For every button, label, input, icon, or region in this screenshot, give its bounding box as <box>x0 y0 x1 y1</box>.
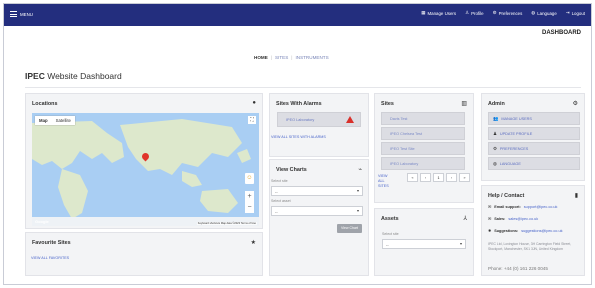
nav-profile[interactable]: ♙ Profile <box>465 11 484 16</box>
chart-site-label: Select site <box>271 179 288 183</box>
sales-link[interactable]: sales@ipec.co.uk <box>508 217 538 221</box>
hamburger-icon <box>10 11 17 17</box>
gear-icon: ⚙ <box>572 101 578 107</box>
favourites-panel: Favourite Sites ★ <box>25 232 263 276</box>
lightbulb-icon: ✸ <box>488 229 492 233</box>
page-title: IPEC Website Dashboard <box>25 71 122 81</box>
chart-site-select[interactable]: -- ▾ <box>271 186 363 196</box>
grid-icon: ▦ <box>421 10 426 16</box>
site-row[interactable]: IPEO Test Site <box>381 142 465 155</box>
user-icon: ♟ <box>493 130 497 136</box>
fullscreen-icon[interactable]: ⛶ <box>248 116 256 124</box>
alarm-site-name: IPEO Laboratory <box>286 118 315 122</box>
envelope-icon: ✉ <box>488 205 492 209</box>
book-icon: ▮ <box>574 193 578 199</box>
map-marker-icon: ● <box>252 100 256 106</box>
admin-update-profile[interactable]: ♟ UPDATE PROFILE <box>488 127 580 140</box>
page-1-button[interactable]: 1 <box>433 173 444 182</box>
email-support: ✉ Email support: support@ipec.co.uk <box>488 204 558 210</box>
street-view-icon[interactable]: ☺ <box>245 173 254 184</box>
sales-contact: ✉ Sales: sales@ipec.co.uk <box>488 216 539 222</box>
chart-asset-select[interactable]: -- ▾ <box>271 206 363 216</box>
google-logo: Google <box>35 219 49 224</box>
top-bar: MENU ▦ Manage Users ♙ Profile ⚙ Preferences… <box>4 4 591 26</box>
assets-title: Assets <box>381 216 399 222</box>
user-icon: ♙ <box>465 10 470 16</box>
top-nav: ▦ Manage Users ♙ Profile ⚙ Preferences ◍ Lan… <box>421 11 585 16</box>
asset-site-select[interactable]: -- ▾ <box>382 239 466 249</box>
asset-site-label: Select site <box>382 232 399 236</box>
breadcrumb-instruments[interactable]: INSTRUMENTS <box>295 55 328 60</box>
map-type-map[interactable]: Map <box>35 116 52 125</box>
chevron-down-icon: ▾ <box>459 241 462 246</box>
logout-icon: ⇥ <box>565 10 570 16</box>
favourites-title: Favourite Sites <box>32 240 71 246</box>
first-page-button[interactable]: « <box>407 173 418 182</box>
admin-preferences[interactable]: ⚙ PREFERENCES <box>488 142 580 155</box>
sites-title: Sites <box>381 101 394 107</box>
globe-icon: ◍ <box>531 10 536 16</box>
view-chart-button[interactable]: View Chart <box>337 224 362 233</box>
globe-icon: ◍ <box>493 160 497 166</box>
phone-number: Phone: +44 (0) 161 226 0045 <box>488 266 548 271</box>
nav-preferences[interactable]: ⚙ Preferences <box>493 11 523 16</box>
locations-map[interactable]: Map Satellite ⛶ ☺ + − Google Keyboard sh… <box>32 113 259 226</box>
charts-title: View Charts <box>276 167 307 173</box>
warning-icon <box>346 116 354 123</box>
sites-pagination: « ‹ 1 › » <box>407 173 470 182</box>
alarms-title: Sites With Alarms <box>276 101 322 107</box>
breadcrumb-sites[interactable]: SITES <box>275 55 288 60</box>
map-type-satellite[interactable]: Satellite <box>52 116 75 125</box>
nav-manage-users[interactable]: ▦ Manage Users <box>421 11 456 16</box>
breadcrumb: HOME | SITES | INSTRUMENTS <box>254 55 329 60</box>
view-all-sites-link[interactable]: VIEW ALL SITES <box>378 174 394 189</box>
building-icon: ▥ <box>461 101 467 107</box>
site-row[interactable]: IPEO Chelsea Test <box>381 127 465 140</box>
suggestions-link[interactable]: suggestions@ipec.co.uk <box>521 229 562 233</box>
zoom-control: + − <box>245 191 254 213</box>
admin-title: Admin <box>488 101 505 107</box>
breadcrumb-home[interactable]: HOME <box>254 55 268 60</box>
hierarchy-icon: ⅄ <box>463 216 467 222</box>
view-all-favorites-link[interactable]: VIEW ALL FAVORITES <box>31 256 69 260</box>
zoom-out-button[interactable]: − <box>245 202 254 213</box>
email-support-link[interactable]: support@ipec.co.uk <box>524 205 558 209</box>
site-row[interactable]: Davis Test <box>381 112 465 125</box>
gear-icon: ⚙ <box>492 10 497 16</box>
view-alarm-sites-link[interactable]: VIEW ALL SITES WITH ALARMS <box>271 135 326 139</box>
chart-icon: ⌁ <box>358 167 362 173</box>
locations-title: Locations <box>32 101 58 107</box>
next-page-button[interactable]: › <box>446 173 457 182</box>
admin-manage-users[interactable]: 👥 MANAGE USERS <box>488 112 580 125</box>
nav-logout[interactable]: ⇥ Logout <box>566 11 585 16</box>
site-row[interactable]: IPEO Laboratory <box>381 157 465 170</box>
title-divider <box>25 87 581 88</box>
map-type-toggle: Map Satellite <box>35 116 75 125</box>
star-icon: ★ <box>250 240 256 246</box>
alarm-site-row[interactable]: IPEO Laboratory <box>277 112 361 127</box>
charts-panel: View Charts ⌁ <box>269 159 369 276</box>
contact-title: Help / Contact <box>488 193 525 199</box>
gear-icon: ⚙ <box>493 145 497 151</box>
envelope-icon: ✉ <box>488 217 492 221</box>
chevron-down-icon: ▾ <box>356 208 359 213</box>
zoom-in-button[interactable]: + <box>245 191 254 202</box>
chevron-down-icon: ▾ <box>356 188 359 193</box>
menu-button[interactable]: MENU <box>10 11 33 17</box>
dashboard-label: DASHBOARD <box>542 30 581 36</box>
nav-language[interactable]: ◍ Language <box>531 11 556 16</box>
chart-asset-label: Select asset <box>271 199 291 203</box>
users-icon: 👥 <box>493 115 499 121</box>
menu-label: MENU <box>20 11 33 17</box>
map-landmass <box>32 119 259 226</box>
prev-page-button[interactable]: ‹ <box>420 173 431 182</box>
admin-language[interactable]: ◍ LANGUAGE <box>488 157 580 170</box>
app-frame: MENU ▦ Manage Users ♙ Profile ⚙ Preferences… <box>3 3 592 285</box>
last-page-button[interactable]: » <box>459 173 470 182</box>
company-address: IPEC Ltd, Lovington House, 3H Carrington… <box>488 242 572 251</box>
map-attribution: Keyboard shortcuts Map data ©2023 Terms … <box>196 222 257 225</box>
suggestions-contact: ✸ Suggestions: suggestions@ipec.co.uk <box>488 228 563 234</box>
